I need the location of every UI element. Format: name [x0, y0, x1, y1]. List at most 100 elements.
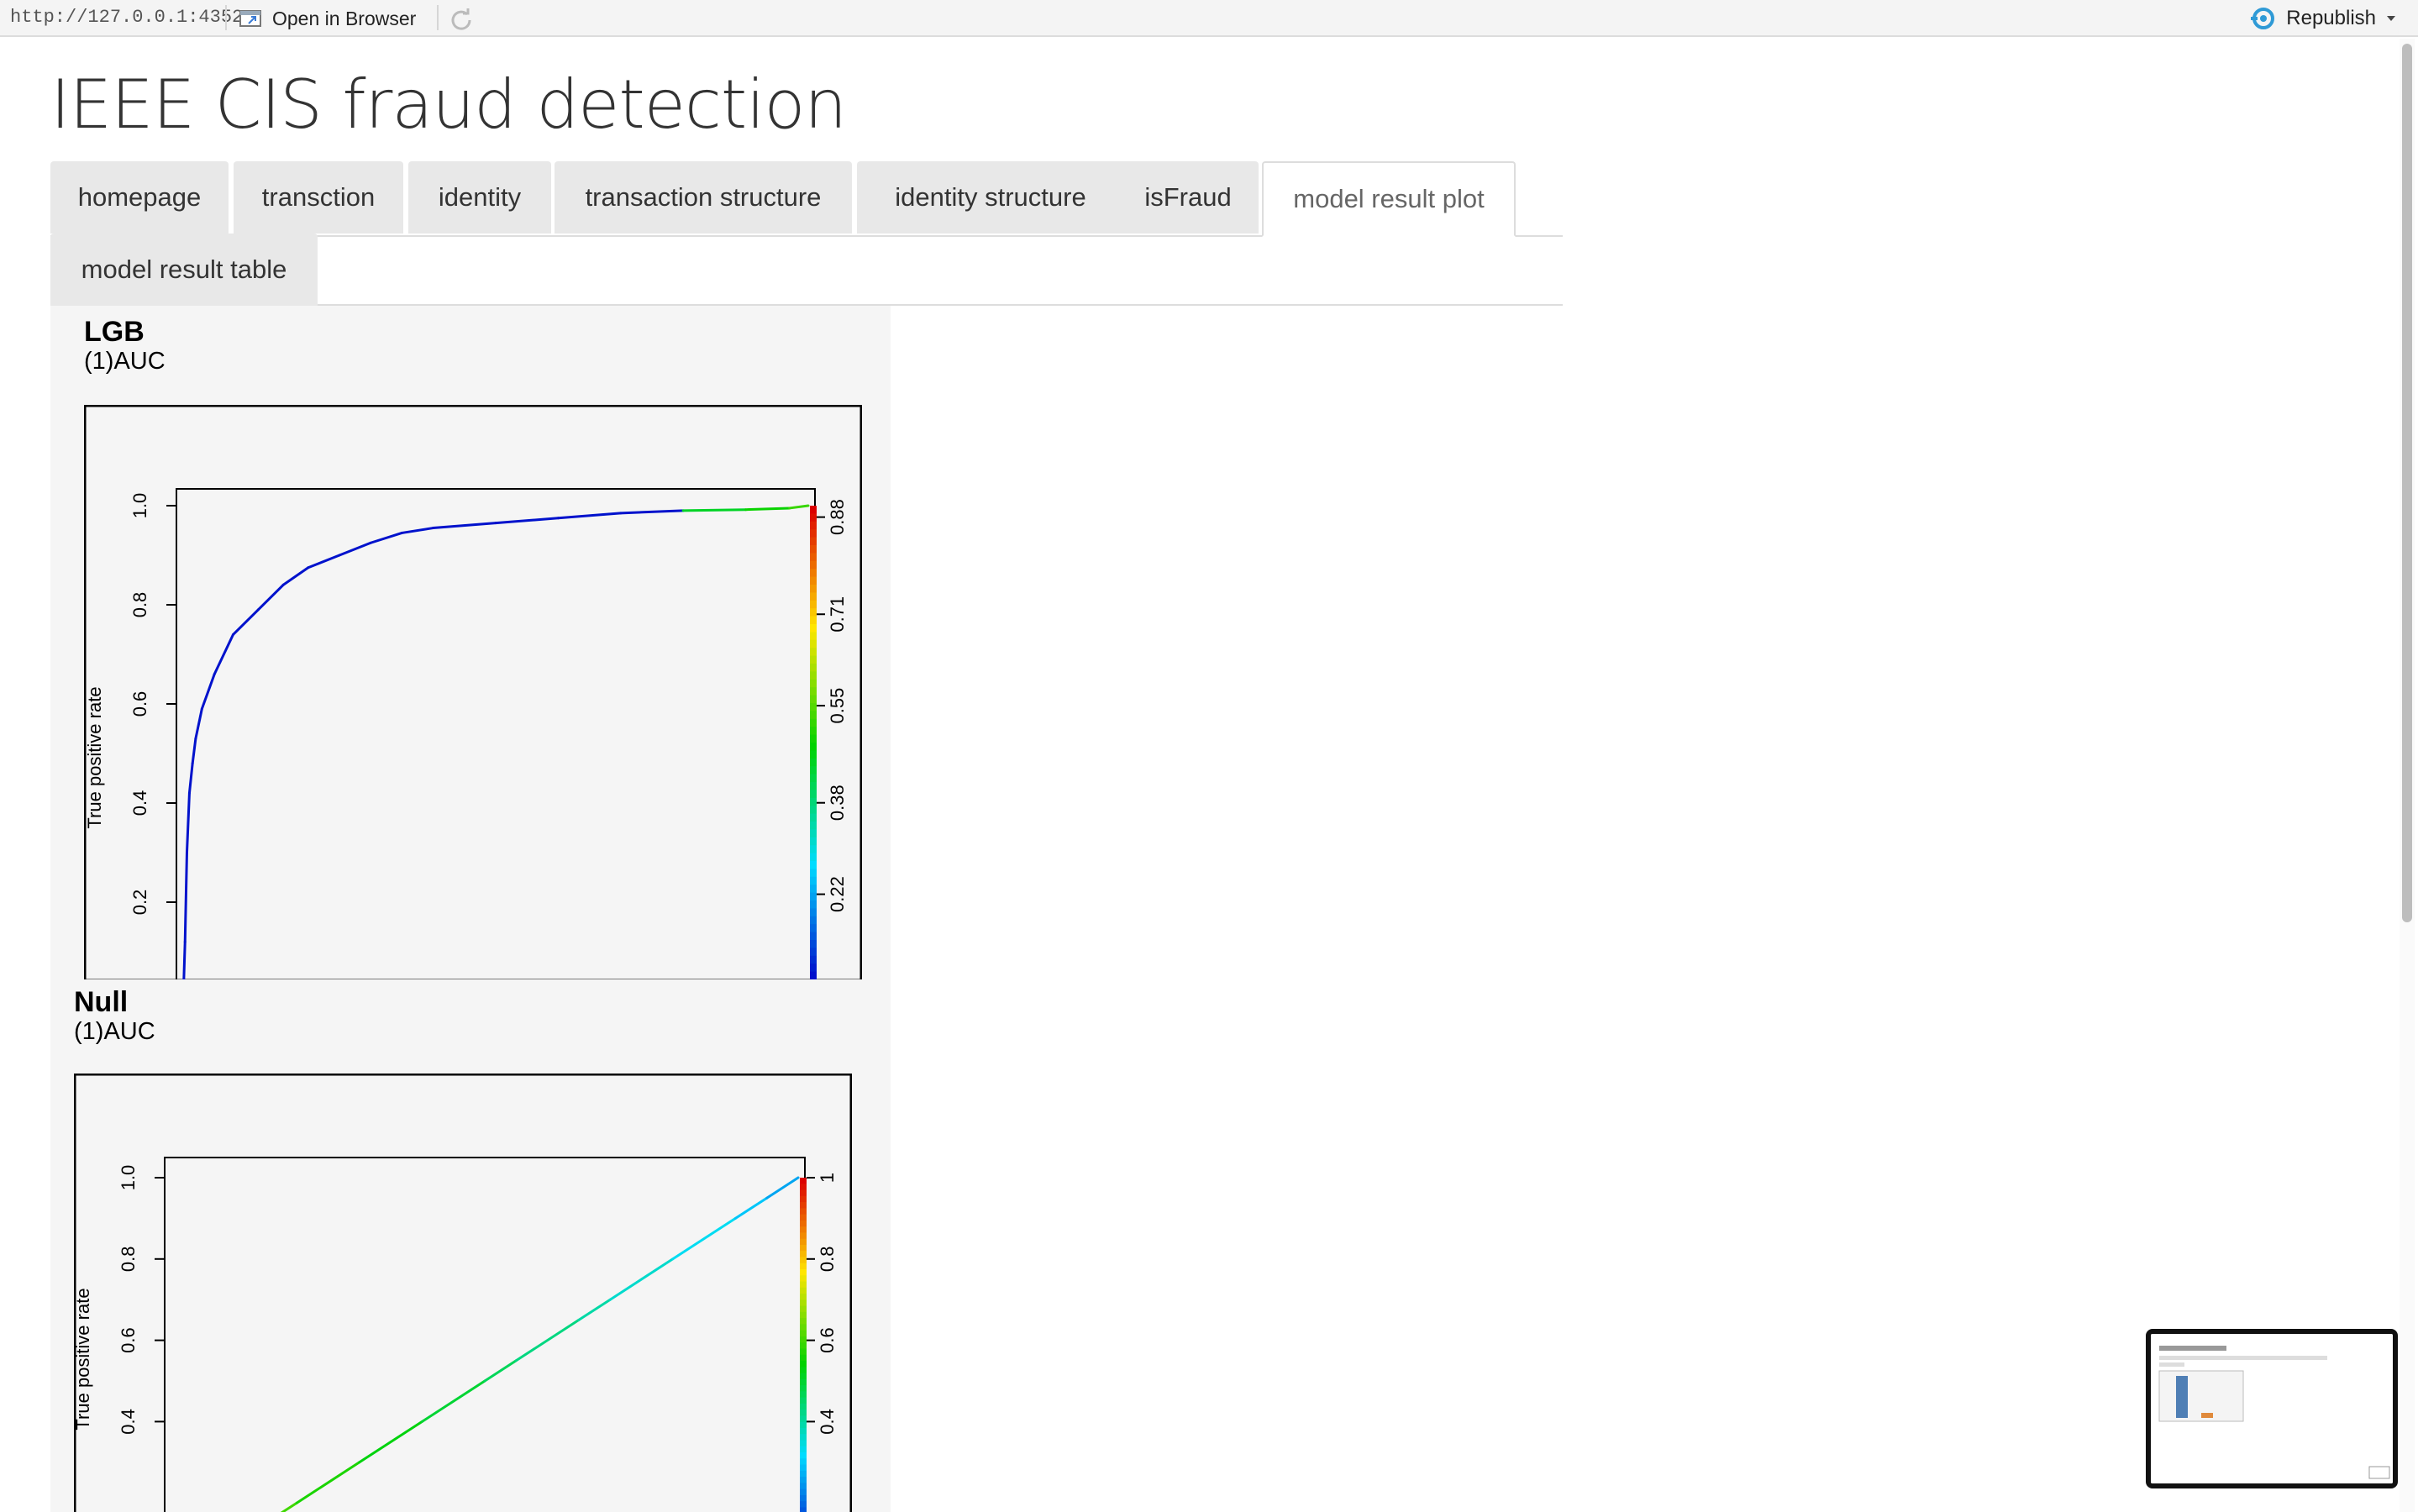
colorbar-segment [800, 1415, 807, 1423]
open-in-browser-button[interactable]: Open in Browser [239, 3, 416, 34]
tab-identity[interactable]: identity [408, 161, 551, 234]
open-in-browser-label: Open in Browser [272, 7, 417, 29]
colorbar-segment [810, 727, 817, 736]
colorbar-segment [810, 585, 817, 594]
page-title: IEEE CIS fraud detection [50, 66, 847, 144]
colorbar-segment [800, 1488, 807, 1496]
y-tick-label: 0.4 [118, 1409, 139, 1435]
roc-curve-segment [671, 1216, 737, 1261]
toolbar-divider [437, 5, 439, 30]
colorbar-segment [810, 639, 817, 649]
colorbar-segment [800, 1342, 807, 1350]
colorbar-segment [810, 664, 817, 673]
colorbar-tick-label: 0.71 [827, 596, 848, 633]
refresh-button[interactable] [447, 5, 476, 34]
roc-curve-segment [256, 583, 285, 612]
roc-curve-segment [577, 1298, 612, 1321]
colorbar-segment [800, 1294, 807, 1301]
tab-identity-structure[interactable]: identity structure [857, 161, 1124, 234]
colorbar-segment [800, 1361, 807, 1368]
colorbar-segment [800, 1458, 807, 1466]
colorbar-tick-label: 0.38 [827, 785, 848, 821]
colorbar-segment [810, 521, 817, 531]
roc-curve-segment [307, 554, 341, 570]
roc-curve-segment [213, 633, 235, 676]
roc-curve-segment [733, 1196, 769, 1220]
colorbar-segment [800, 1208, 807, 1215]
colorbar-segment [800, 1232, 807, 1240]
colorbar-segment [810, 822, 817, 831]
plot-area-border [176, 488, 816, 979]
colorbar-segment [800, 1397, 807, 1404]
colorbar-segment [810, 655, 817, 664]
colorbar-segment [810, 963, 817, 973]
roc-curve-segment [556, 512, 623, 520]
colorbar-segment [810, 758, 817, 768]
colorbar-segment [810, 797, 817, 807]
roc-curve-segment [400, 527, 435, 534]
dropdown-caret-icon[interactable] [2384, 13, 2398, 24]
roc-curve-segment [232, 608, 260, 636]
tab-model-result-plot[interactable]: model result plot [1262, 161, 1516, 237]
tab-transaction-structure[interactable]: transaction structure [555, 161, 852, 234]
colorbar-segment [810, 734, 817, 743]
colorbar-segment [800, 1501, 807, 1509]
roc-curve-segment [280, 1501, 298, 1512]
colorbar-segment [800, 1281, 807, 1289]
colorbar-tick-label: 0.8 [817, 1247, 838, 1273]
page-minimap[interactable] [2146, 1329, 2398, 1488]
republish-button[interactable]: Republish [2249, 3, 2398, 34]
colorbar-segment [800, 1373, 807, 1380]
colorbar-segment [810, 671, 817, 680]
colorbar-segment [800, 1410, 807, 1417]
browser-window-icon [239, 10, 261, 27]
colorbar-segment [800, 1275, 807, 1283]
colorbar-segment [800, 1483, 807, 1490]
colorbar-segment [810, 774, 817, 783]
colorbar-segment [810, 853, 817, 862]
colorbar-segment [810, 829, 817, 838]
colorbar-segment [810, 900, 817, 910]
colorbar-segment [800, 1470, 807, 1478]
colorbar-segment [800, 1507, 807, 1512]
colorbar-segment [800, 1324, 807, 1331]
plot-title-lgb: LGB [84, 316, 145, 348]
colorbar-segment [800, 1305, 807, 1313]
colorbar-segment [800, 1354, 807, 1362]
colorbar-segment [810, 948, 817, 957]
colorbar-segment [810, 837, 817, 847]
colorbar-segment [800, 1452, 807, 1460]
tab-transction[interactable]: transction [234, 161, 403, 234]
colorbar-segment [810, 506, 817, 515]
roc-curve-segment [514, 1318, 581, 1362]
colorbar-segment [800, 1226, 807, 1234]
colorbar-segment [800, 1311, 807, 1320]
colorbar-segment [800, 1367, 807, 1374]
roc-chart-lgb: 0.2 0.4 0.6 0.8 1.0 True positive rate 0.22 0.3… [84, 405, 862, 979]
colorbar-segment [800, 1336, 807, 1344]
plot-panel: LGB (1)AUC 0.2 0.4 0.6 0.8 1.0 True positive … [50, 306, 891, 1512]
roc-curve-segment [483, 1359, 518, 1383]
colorbar-segment [810, 813, 817, 822]
colorbar-segment [800, 1184, 807, 1191]
colorbar-segment [810, 782, 817, 791]
colorbar-segment [810, 529, 817, 538]
colorbar-segment [810, 560, 817, 570]
scrollbar-thumb[interactable] [2402, 44, 2412, 922]
colorbar-segment [810, 908, 817, 917]
roc-curve-segment [281, 566, 310, 586]
colorbar-tick-label: 0.88 [827, 499, 848, 535]
tab-homepage[interactable]: homepage [50, 161, 229, 234]
colorbar-segment [810, 537, 817, 546]
colorbar-segment [800, 1263, 807, 1270]
colorbar-segment [800, 1421, 807, 1429]
roc-curve-segment [182, 940, 187, 979]
tab-model-result-table[interactable]: model result table [50, 234, 318, 306]
plot-area-border [164, 1157, 806, 1512]
roc-curve-segment [187, 762, 194, 795]
colorbar-segment [800, 1195, 807, 1204]
tab-isfraud[interactable]: isFraud [1117, 161, 1259, 234]
roc-curve-segment [200, 673, 216, 711]
roc-curve-segment [358, 1420, 423, 1464]
colorbar-segment [800, 1434, 807, 1441]
